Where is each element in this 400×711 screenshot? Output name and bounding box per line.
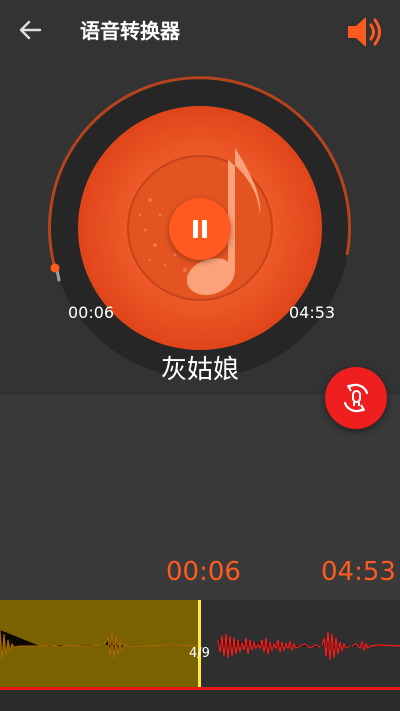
- volume-icon[interactable]: [344, 12, 386, 52]
- playhead-cursor[interactable]: [198, 600, 201, 690]
- pause-button[interactable]: [169, 198, 231, 260]
- timeline-total-time: 04:53: [321, 557, 396, 587]
- voice-changer-icon: [343, 383, 369, 413]
- player-area: 语音转换器 00:06 04:53 灰姑娘: [0, 0, 400, 395]
- arrow-left-icon[interactable]: [14, 14, 46, 46]
- timeline-current-time: 00:06: [166, 557, 241, 587]
- page-title: 语音转换器: [80, 19, 180, 43]
- total-time-label: 04:53: [289, 303, 336, 322]
- app-bar: 语音转换器: [0, 0, 400, 62]
- current-time-label: 00:06: [68, 303, 115, 322]
- voice-changer-button[interactable]: [325, 367, 387, 429]
- bottom-strip: [0, 690, 400, 711]
- waveform-page-label: 4/9: [189, 646, 210, 661]
